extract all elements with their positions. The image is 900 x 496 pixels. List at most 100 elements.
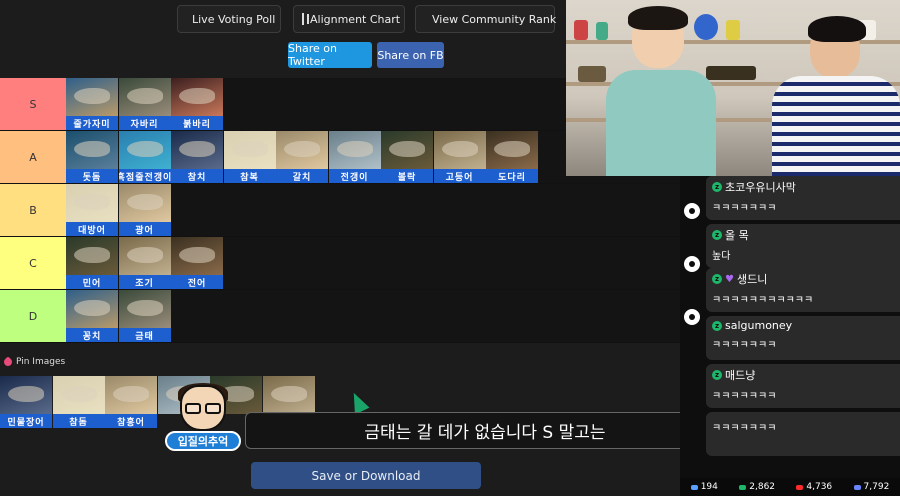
tier-label[interactable]: B — [0, 184, 66, 236]
fish-shape — [179, 141, 215, 157]
person-right-hair — [808, 16, 866, 42]
fish-shape — [113, 386, 149, 402]
chzzk-badge-icon: z — [712, 182, 722, 192]
soop-icon — [853, 484, 861, 490]
fish-shape — [74, 141, 110, 157]
stat-d: 7,792 — [853, 482, 889, 492]
fish-shape — [441, 141, 478, 157]
fish-shape — [179, 88, 215, 104]
fish-tile[interactable]: 붉바리 — [171, 78, 223, 130]
fish-caption: 참치 — [171, 169, 223, 183]
gear-icon[interactable] — [684, 309, 700, 325]
fish-tile[interactable]: 민물장어 — [0, 376, 52, 428]
fish-tile[interactable]: 대방어 — [66, 184, 118, 236]
channel-mascot: 입질의추억 — [163, 383, 243, 463]
chat-message: z올 목 높다 — [706, 224, 900, 268]
tier-items: 꽁치 금태 — [66, 290, 680, 342]
chat-text: ㅋㅋㅋㅋㅋㅋㅋ — [712, 423, 777, 434]
fish-image — [118, 131, 171, 169]
fish-tile[interactable]: 광어 — [118, 184, 171, 236]
fish-tile[interactable]: 참홍어 — [105, 376, 157, 428]
heart-icon: ♥ — [725, 273, 734, 285]
fish-tile[interactable]: 민어 — [66, 237, 118, 289]
fish-tile[interactable]: 자바리 — [118, 78, 171, 130]
fish-tile[interactable]: 조기 — [118, 237, 171, 289]
tier-items: 민어 조기 전어 — [66, 237, 680, 289]
fish-image — [118, 290, 171, 328]
fish-tile[interactable]: 볼락 — [381, 131, 433, 183]
fish-tile[interactable]: 전갱이 — [328, 131, 381, 183]
fish-shape — [270, 386, 307, 402]
fish-tile[interactable]: 고등어 — [433, 131, 486, 183]
chat-text: ㅋㅋㅋㅋㅋㅋㅋ — [712, 340, 777, 351]
fish-caption: 참홍어 — [105, 414, 157, 428]
fish-image — [66, 78, 118, 116]
viewer-stats-bar: 194 2,862 4,736 7,792 — [680, 478, 900, 496]
fish-tile[interactable]: 전어 — [171, 237, 223, 289]
share-fb-button[interactable]: Share on FB — [377, 42, 444, 68]
fish-tile[interactable]: 꽁치 — [66, 290, 118, 342]
toolbar: Live Voting Poll Alignment Chart View Co… — [170, 5, 560, 33]
live-voting-poll-button[interactable]: Live Voting Poll — [177, 5, 281, 33]
view-community-rank-label: View Community Rank — [432, 12, 557, 26]
chzzk-badge-icon: z — [712, 274, 722, 284]
person-right-shirt — [772, 76, 900, 176]
fish-tile[interactable]: 갈치 — [276, 131, 328, 183]
pin-images-title: Pin Images — [16, 357, 66, 367]
fish-shape — [74, 247, 110, 263]
gear-icon[interactable] — [684, 256, 700, 272]
chzzk-icon — [739, 484, 747, 490]
fish-tile[interactable]: 도다리 — [486, 131, 538, 183]
tier-label[interactable]: C — [0, 237, 66, 289]
fish-caption: 꽁치 — [66, 328, 118, 342]
fish-tile[interactable]: 흑점줄전갱이 — [118, 131, 171, 183]
stat-b: 2,862 — [739, 482, 775, 492]
save-or-download-button[interactable]: Save or Download — [251, 462, 481, 489]
app-root: Live Voting Poll Alignment Chart View Co… — [0, 0, 900, 496]
share-twitter-button[interactable]: Share on Twitter — [288, 42, 372, 68]
fish-caption: 붉바리 — [171, 116, 223, 130]
fish-shape — [494, 141, 530, 157]
gear-icon[interactable] — [684, 203, 700, 219]
fish-tile[interactable]: 줄가자미 — [66, 78, 118, 130]
fish-tile[interactable]: 참복 — [223, 131, 276, 183]
pin-icon — [2, 356, 14, 368]
fish-caption: 흑점줄전갱이 — [118, 169, 171, 183]
chat-author: z salgumoney — [712, 319, 894, 332]
channel-tag: 입질의추억 — [165, 431, 241, 451]
fish-image — [118, 78, 171, 116]
alignment-chart-button[interactable]: Alignment Chart — [293, 5, 405, 33]
chat-text: ㅋㅋㅋㅋㅋㅋㅋ — [712, 391, 777, 402]
fish-caption: 자바리 — [118, 116, 171, 130]
fish-caption: 참돔 — [52, 414, 105, 428]
fish-image — [223, 131, 276, 169]
fish-caption: 전어 — [171, 275, 223, 289]
fish-tile[interactable]: 돗돔 — [66, 131, 118, 183]
fish-tile[interactable]: 참돔 — [52, 376, 105, 428]
chat-message: z ♥ 생드니 ㅋㅋㅋㅋㅋㅋㅋㅋㅋㅋㅋ — [706, 268, 900, 312]
tier-label[interactable]: D — [0, 290, 66, 342]
person-left-shirt — [606, 70, 716, 176]
chat-message: z 매드냥 ㅋㅋㅋㅋㅋㅋㅋ — [706, 364, 900, 408]
fish-image — [66, 131, 118, 169]
fish-image — [171, 237, 223, 275]
fish-image — [0, 376, 52, 414]
fish-tile[interactable]: 참치 — [171, 131, 223, 183]
fish-shape — [74, 194, 110, 210]
fish-tile[interactable]: 금태 — [118, 290, 171, 342]
mascot-glasses-left — [185, 403, 201, 414]
tier-label[interactable]: A — [0, 131, 66, 183]
chat-message: z 초코우유니사막 ㅋㅋㅋㅋㅋㅋㅋ — [706, 176, 900, 220]
fish-image — [171, 78, 223, 116]
stat-c: 4,736 — [796, 482, 832, 492]
alignment-chart-label: Alignment Chart — [310, 12, 401, 26]
view-community-rank-button[interactable]: View Community Rank — [415, 5, 557, 33]
fish-shape — [336, 141, 373, 157]
fish-shape — [231, 141, 268, 157]
chat-message: ㅋㅋㅋㅋㅋㅋㅋ — [706, 412, 900, 456]
tier-label[interactable]: S — [0, 78, 66, 130]
fish-image — [262, 376, 315, 414]
fish-shape — [126, 247, 163, 263]
chat-text: ㅋㅋㅋㅋㅋㅋㅋㅋㅋㅋㅋ — [712, 295, 814, 306]
fish-shape — [74, 300, 110, 316]
